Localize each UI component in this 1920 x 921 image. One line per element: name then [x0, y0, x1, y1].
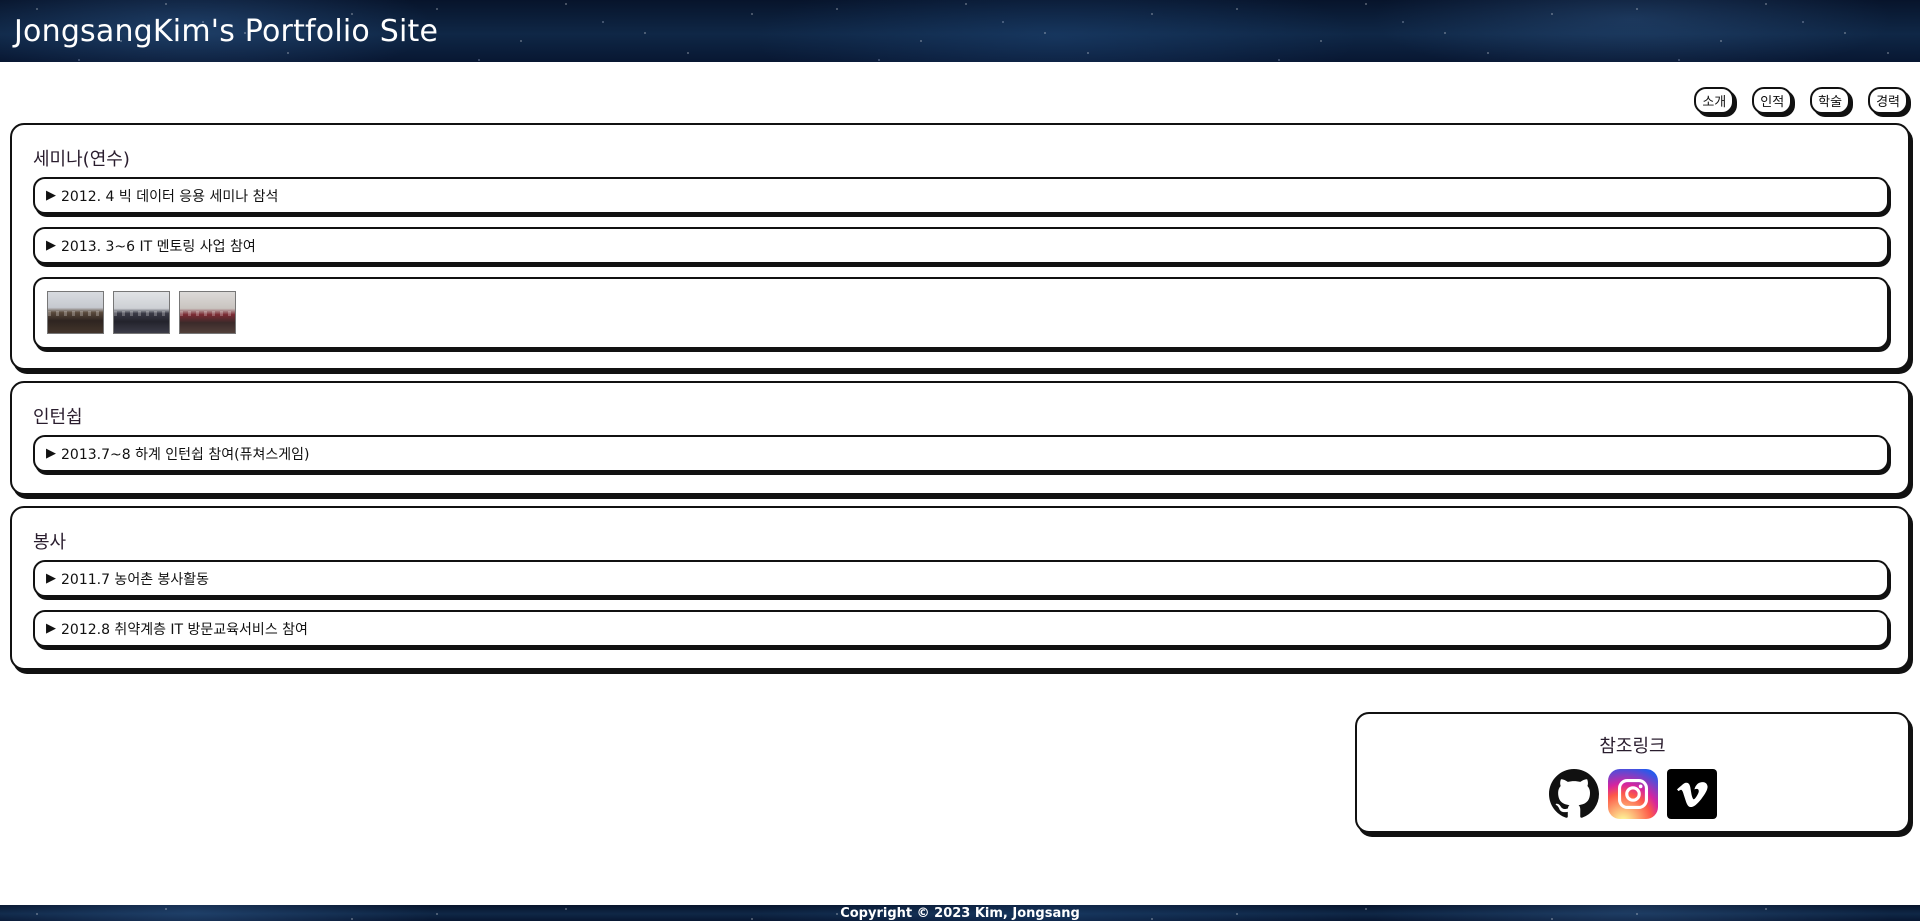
copyright-text: Copyright © 2023 Kim, Jongsang — [840, 905, 1080, 921]
expand-triangle-icon: ▶ — [46, 571, 56, 586]
photo-thumbnail[interactable] — [179, 291, 236, 334]
volunteer-item-it-education[interactable]: ▶ 2012.8 취약계층 IT 방문교육서비스 참여 — [33, 610, 1889, 647]
internship-section: 인턴쉽 ▶ 2013.7~8 하계 인턴쉽 참여(퓨쳐스게임) — [10, 381, 1910, 495]
nav-intro-button[interactable]: 소개 — [1694, 87, 1735, 114]
github-icon[interactable] — [1548, 769, 1599, 819]
site-footer: Copyright © 2023 Kim, Jongsang — [0, 905, 1920, 921]
social-links — [1357, 769, 1908, 819]
seminar-section: 세미나(연수) ▶ 2012. 4 빅 데이터 응용 세미나 참석 ▶ 2013… — [10, 123, 1910, 370]
list-item-label: 2013.7~8 하계 인턴쉽 참여(퓨쳐스게임) — [61, 446, 310, 463]
volunteer-section: 봉사 ▶ 2011.7 농어촌 봉사활동 ▶ 2012.8 취약계층 IT 방문… — [10, 506, 1910, 670]
internship-item-futures-game[interactable]: ▶ 2013.7~8 하계 인턴쉽 참여(퓨쳐스게임) — [33, 435, 1889, 472]
site-header: JongsangKim's Portfolio Site — [0, 0, 1920, 62]
nav-personal-button[interactable]: 인적 — [1752, 87, 1793, 114]
photo-thumbnail[interactable] — [47, 291, 104, 334]
site-title: JongsangKim's Portfolio Site — [14, 13, 439, 49]
vimeo-icon[interactable] — [1666, 769, 1717, 819]
list-item-label: 2013. 3~6 IT 멘토링 사업 참여 — [61, 238, 256, 255]
instagram-icon[interactable] — [1607, 769, 1658, 819]
seminar-item-bigdata[interactable]: ▶ 2012. 4 빅 데이터 응용 세미나 참석 — [33, 177, 1889, 214]
expand-triangle-icon: ▶ — [46, 621, 56, 636]
list-item-label: 2012.8 취약계층 IT 방문교육서비스 참여 — [61, 621, 308, 638]
reference-links-card: 참조링크 — [1355, 712, 1910, 833]
seminar-title: 세미나(연수) — [33, 149, 130, 170]
nav-career-button[interactable]: 경력 — [1868, 87, 1908, 114]
nav-academic-button[interactable]: 학술 — [1810, 87, 1851, 114]
reference-links-title: 참조링크 — [1599, 736, 1666, 757]
expand-triangle-icon: ▶ — [46, 446, 56, 461]
seminar-item-mentoring[interactable]: ▶ 2013. 3~6 IT 멘토링 사업 참여 — [33, 227, 1889, 264]
list-item-label: 2011.7 농어촌 봉사활동 — [61, 571, 210, 588]
top-nav: 소개 인적 학술 경력 — [1694, 87, 1908, 115]
photo-thumbnail[interactable] — [113, 291, 170, 334]
volunteer-item-rural[interactable]: ▶ 2011.7 농어촌 봉사활동 — [33, 560, 1889, 597]
list-item-label: 2012. 4 빅 데이터 응용 세미나 참석 — [61, 188, 279, 205]
mentoring-photo-gallery — [33, 277, 1889, 349]
expand-triangle-icon: ▶ — [46, 188, 56, 203]
expand-triangle-icon: ▶ — [46, 238, 56, 253]
volunteer-title: 봉사 — [33, 532, 67, 553]
internship-title: 인턴쉽 — [33, 407, 83, 428]
